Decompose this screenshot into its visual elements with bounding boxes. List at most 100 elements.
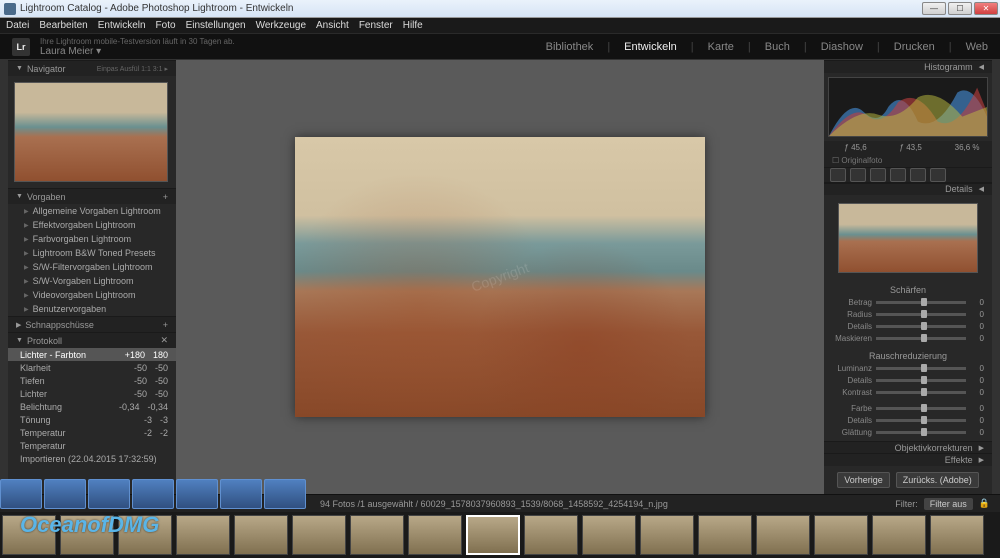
history-header[interactable]: ▼Protokoll✕ (8, 332, 176, 348)
filmstrip-thumb[interactable] (872, 515, 926, 555)
preset-item[interactable]: Farbvorgaben Lightroom (8, 232, 176, 246)
left-panel-toggle[interactable] (0, 60, 8, 494)
module-bibliothek[interactable]: Bibliothek (546, 41, 594, 53)
close-button[interactable]: ✕ (974, 2, 998, 15)
module-buch[interactable]: Buch (765, 41, 790, 53)
module-entwickeln[interactable]: Entwickeln (624, 41, 677, 53)
filmstrip-thumb[interactable] (756, 515, 810, 555)
navigator-header[interactable]: ▼Navigator Einpas Ausfül 1:1 3:1 ▸ (8, 60, 176, 76)
radial-tool-icon[interactable] (910, 168, 926, 182)
module-drucken[interactable]: Drucken (894, 41, 935, 53)
preset-item[interactable]: Allgemeine Vorgaben Lightroom (8, 204, 176, 218)
history-item[interactable]: Lichter - Farbton+180180 (8, 348, 176, 361)
filmstrip-thumb[interactable] (350, 515, 404, 555)
histogram-header[interactable]: Histogramm◀ (824, 60, 992, 73)
right-panel-toggle[interactable] (992, 60, 1000, 494)
filmstrip-thumb[interactable] (60, 515, 114, 555)
effects-header[interactable]: Effekte▶ (824, 453, 992, 466)
menu-foto[interactable]: Foto (156, 20, 176, 31)
gradient-tool-icon[interactable] (890, 168, 906, 182)
menu-datei[interactable]: Datei (6, 20, 29, 31)
reset-button[interactable]: Zurücks. (Adobe) (896, 472, 979, 488)
original-photo-checkbox[interactable]: ☐ Originalfoto (824, 154, 992, 167)
filmstrip-thumb[interactable] (176, 515, 230, 555)
menu-hilfe[interactable]: Hilfe (403, 20, 423, 31)
filmstrip-thumb[interactable] (640, 515, 694, 555)
history-item[interactable]: Tönung-3-3 (8, 413, 176, 426)
snapshots-header[interactable]: ▶Schnappschüsse+ (8, 316, 176, 332)
detail-thumbnail[interactable] (838, 203, 978, 273)
presets-header[interactable]: ▼Vorgaben+ (8, 188, 176, 204)
history-item[interactable]: Temperatur-2-2 (8, 426, 176, 439)
preset-item[interactable]: Benutzervorgaben (8, 302, 176, 316)
details-header[interactable]: Details◀ (824, 183, 992, 196)
history-item[interactable]: Belichtung-0,34-0,34 (8, 400, 176, 413)
canvas-area[interactable]: Copyright (176, 60, 824, 494)
menu-bearbeiten[interactable]: Bearbeiten (39, 20, 87, 31)
filter-off-pill[interactable]: Filter aus (924, 498, 973, 510)
taskbar-item[interactable] (176, 479, 218, 509)
taskbar-item[interactable] (132, 479, 174, 509)
history-item[interactable]: Klarheit-50-50 (8, 361, 176, 374)
filmstrip-thumb[interactable] (118, 515, 172, 555)
filmstrip-thumb[interactable] (408, 515, 462, 555)
slider-glättung[interactable]: Glättung0 (832, 427, 984, 439)
redeye-tool-icon[interactable] (870, 168, 886, 182)
menu-ansicht[interactable]: Ansicht (316, 20, 349, 31)
filmstrip-thumb[interactable] (234, 515, 288, 555)
preset-item[interactable]: Lightroom B&W Toned Presets (8, 246, 176, 260)
menu-fenster[interactable]: Fenster (359, 20, 393, 31)
preset-item[interactable]: S/W-Filtervorgaben Lightroom (8, 260, 176, 274)
filmstrip-thumb[interactable] (466, 515, 520, 555)
brush-tool-icon[interactable] (930, 168, 946, 182)
filmstrip-thumb[interactable] (930, 515, 984, 555)
taskbar-item[interactable] (44, 479, 86, 509)
filmstrip[interactable] (0, 512, 1000, 558)
history-item[interactable]: Tiefen-50-50 (8, 374, 176, 387)
history-item[interactable]: Lichter-50-50 (8, 387, 176, 400)
slider-maskieren[interactable]: Maskieren0 (832, 333, 984, 345)
preset-item[interactable]: Effektvorgaben Lightroom (8, 218, 176, 232)
histogram-display[interactable] (828, 77, 988, 137)
slider-kontrast[interactable]: Kontrast0 (832, 387, 984, 399)
previous-button[interactable]: Vorherige (837, 472, 890, 488)
filmstrip-thumb[interactable] (2, 515, 56, 555)
slider-radius[interactable]: Radius0 (832, 309, 984, 321)
filmstrip-thumb[interactable] (814, 515, 868, 555)
slider-betrag[interactable]: Betrag0 (832, 297, 984, 309)
taskbar-item[interactable] (88, 479, 130, 509)
navigator-thumbnail[interactable] (14, 82, 168, 182)
slider-details[interactable]: Details0 (832, 321, 984, 333)
taskbar-item[interactable] (264, 479, 306, 509)
maximize-button[interactable]: ☐ (948, 2, 972, 15)
crop-tool-icon[interactable] (830, 168, 846, 182)
lens-header[interactable]: Objektivkorrekturen▶ (824, 441, 992, 454)
filmstrip-thumb[interactable] (582, 515, 636, 555)
filmstrip-thumb[interactable] (698, 515, 752, 555)
module-web[interactable]: Web (966, 41, 988, 53)
module-diashow[interactable]: Diashow (821, 41, 863, 53)
history-item[interactable]: Importieren (22.04.2015 17:32:59) (8, 452, 176, 465)
menu-werkzeuge[interactable]: Werkzeuge (256, 20, 306, 31)
filmstrip-thumb[interactable] (292, 515, 346, 555)
slider-details[interactable]: Details0 (832, 375, 984, 387)
minimize-button[interactable]: — (922, 2, 946, 15)
filmstrip-thumb[interactable] (524, 515, 578, 555)
slider-luminanz[interactable]: Luminanz0 (832, 363, 984, 375)
preset-item[interactable]: Videovorgaben Lightroom (8, 288, 176, 302)
slider-details[interactable]: Details0 (832, 415, 984, 427)
slider-farbe[interactable]: Farbe0 (832, 403, 984, 415)
menu-entwickeln[interactable]: Entwickeln (98, 20, 146, 31)
main-photo[interactable]: Copyright (295, 137, 705, 417)
taskbar-item[interactable] (220, 479, 262, 509)
history-item[interactable]: Temperatur (8, 439, 176, 452)
app-icon (4, 3, 16, 15)
spot-tool-icon[interactable] (850, 168, 866, 182)
module-karte[interactable]: Karte (708, 41, 734, 53)
user-name[interactable]: Laura Meier ▾ (40, 46, 235, 57)
filter-lock-icon[interactable]: 🔒 (979, 498, 990, 509)
menu-einstellungen[interactable]: Einstellungen (186, 20, 246, 31)
taskbar-item[interactable] (0, 479, 42, 509)
preset-item[interactable]: S/W-Vorgaben Lightroom (8, 274, 176, 288)
trial-message: Ihre Lightroom mobile-Testversion läuft … (40, 37, 235, 46)
